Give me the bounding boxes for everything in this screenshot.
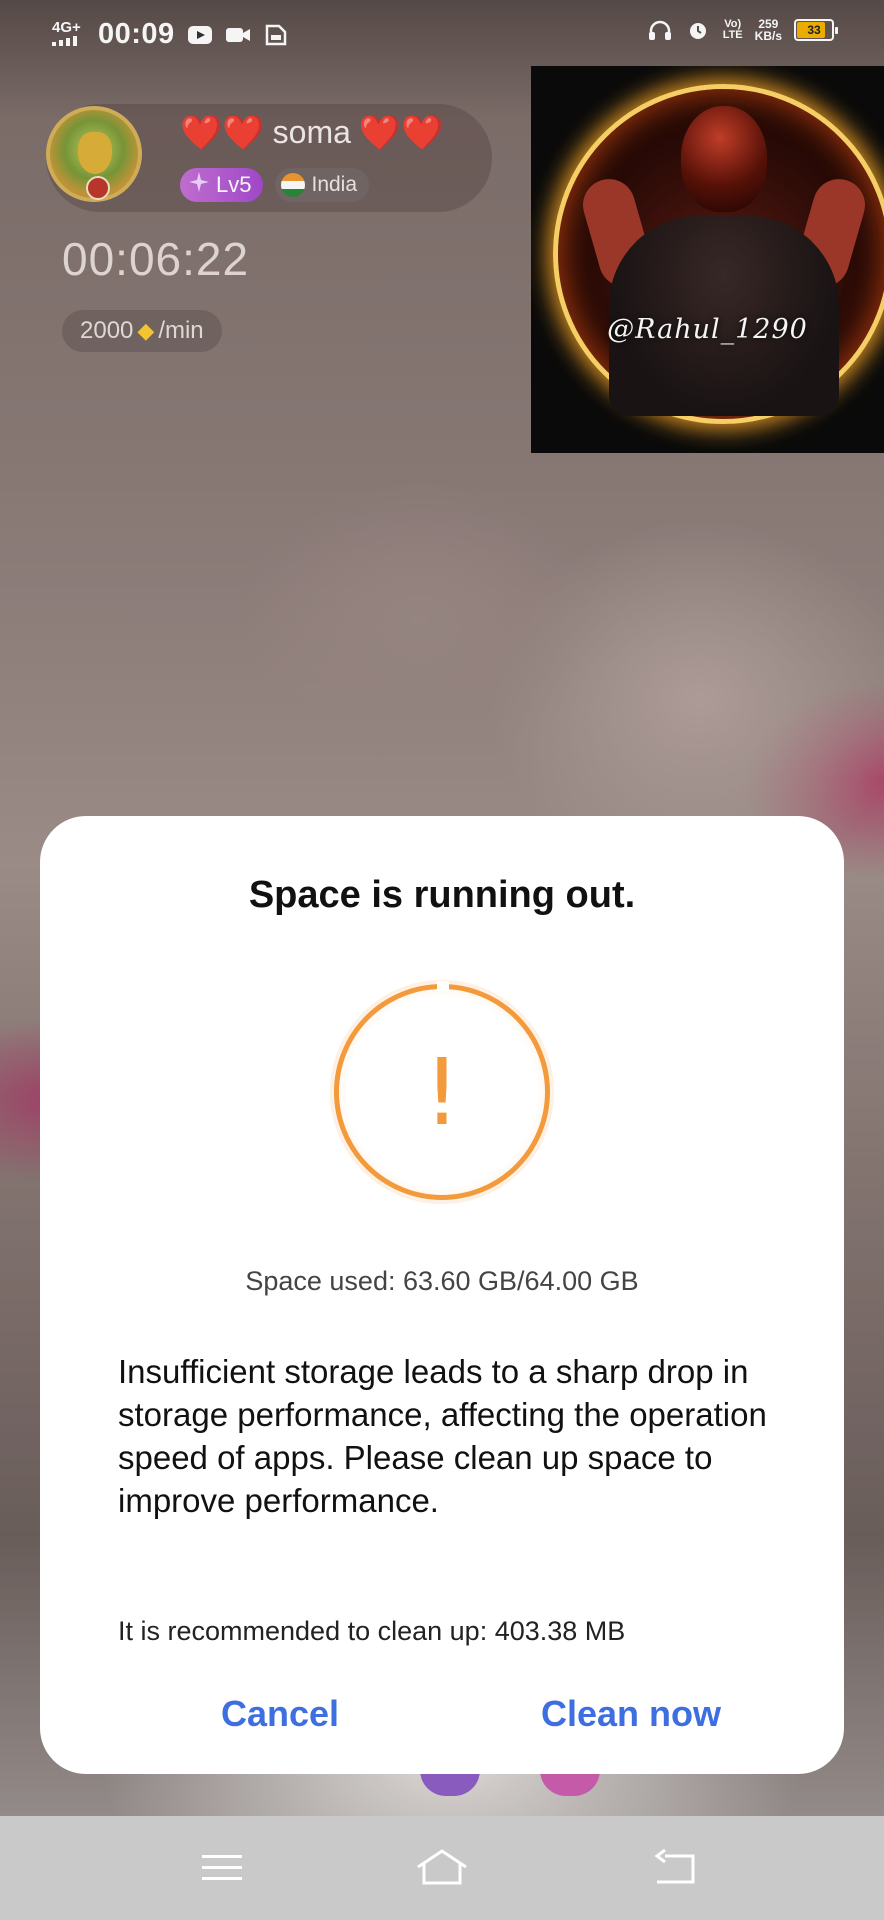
dialog-message: Insufficient storage leads to a sharp dr… [118, 1353, 767, 1519]
exclamation-icon: ! [423, 1038, 461, 1146]
clean-now-button[interactable]: Clean now [516, 1684, 746, 1744]
cancel-button[interactable]: Cancel [190, 1684, 370, 1744]
dialog-title: Space is running out. [248, 874, 636, 916]
reaction-strip [420, 1770, 620, 1800]
warning-icon: ! [334, 981, 550, 1200]
back-icon[interactable] [644, 1838, 704, 1898]
recommendation-text: It is recommended to clean up: 403.38 MB [118, 1616, 626, 1646]
navigation-bar [0, 1816, 884, 1920]
space-used-text: Space used: 63.60 GB/64.00 GB [245, 1266, 639, 1296]
menu-icon[interactable] [192, 1838, 252, 1898]
dialog-actions: Cancel Clean now [40, 1684, 844, 1754]
storage-warning-dialog: Space is running out. ! Space used: 63.6… [40, 816, 844, 1774]
home-icon[interactable] [412, 1838, 472, 1898]
